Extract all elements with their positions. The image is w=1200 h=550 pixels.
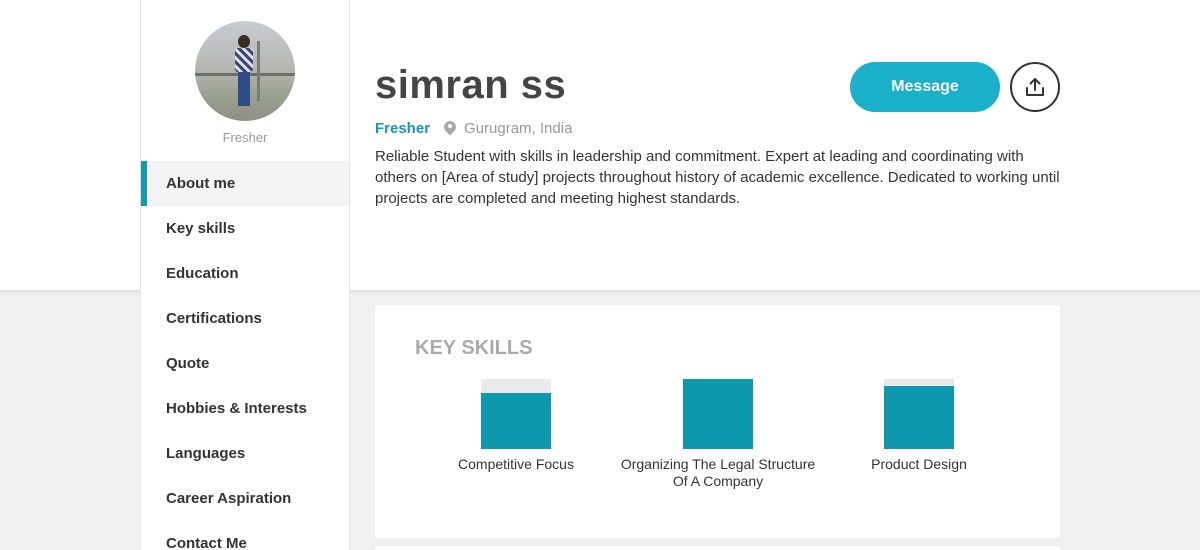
- skill-level-bar: [481, 379, 551, 449]
- skill-level-fill: [481, 393, 551, 449]
- profile-header: simran ss Fresher Gurugram, India Reliab…: [375, 0, 1065, 290]
- avatar-caption: Fresher: [222, 130, 268, 145]
- profile-location: Gurugram, India: [464, 120, 573, 137]
- skill-item: Competitive Focus: [416, 379, 616, 473]
- sidebar-item-about-me[interactable]: About me: [141, 161, 349, 206]
- share-icon: [1026, 78, 1044, 96]
- message-button[interactable]: Message: [850, 62, 1000, 112]
- sidebar-item-hobbies[interactable]: Hobbies & Interests: [141, 386, 349, 431]
- skill-item: Product Design: [819, 379, 1019, 473]
- sidebar-item-quote[interactable]: Quote: [141, 341, 349, 386]
- sidebar-item-education[interactable]: Education: [141, 251, 349, 296]
- sidebar: Fresher About me Key skills Education Ce…: [140, 0, 350, 550]
- location-pin-icon: [444, 121, 456, 137]
- share-button[interactable]: [1010, 62, 1060, 112]
- sidebar-item-contact-me[interactable]: Contact Me: [141, 521, 349, 550]
- sidebar-item-certifications[interactable]: Certifications: [141, 296, 349, 341]
- avatar: [195, 21, 295, 121]
- profile-meta: Fresher Gurugram, India: [375, 120, 572, 137]
- skill-label: Organizing The Legal Structure Of A Comp…: [620, 456, 816, 489]
- status-badge: Fresher: [375, 120, 431, 137]
- next-section-card: [375, 546, 1060, 550]
- skill-level-bar: [683, 379, 753, 449]
- skill-item: Organizing The Legal Structure Of A Comp…: [618, 379, 818, 490]
- profile-name: simran ss: [375, 63, 567, 107]
- skill-level-bar: [884, 379, 954, 449]
- sidebar-item-career-aspiration[interactable]: Career Aspiration: [141, 476, 349, 521]
- key-skills-title: KEY SKILLS: [415, 337, 533, 359]
- skill-level-fill: [683, 379, 753, 449]
- skill-level-fill: [884, 386, 954, 449]
- sidebar-nav: About me Key skills Education Certificat…: [141, 161, 349, 550]
- skill-label: Product Design: [871, 456, 967, 472]
- profile-bio: Reliable Student with skills in leadersh…: [375, 148, 1060, 207]
- sidebar-item-languages[interactable]: Languages: [141, 431, 349, 476]
- skill-label: Competitive Focus: [458, 456, 574, 472]
- key-skills-card: KEY SKILLS Competitive Focus Organizing …: [375, 305, 1060, 538]
- sidebar-item-key-skills[interactable]: Key skills: [141, 206, 349, 251]
